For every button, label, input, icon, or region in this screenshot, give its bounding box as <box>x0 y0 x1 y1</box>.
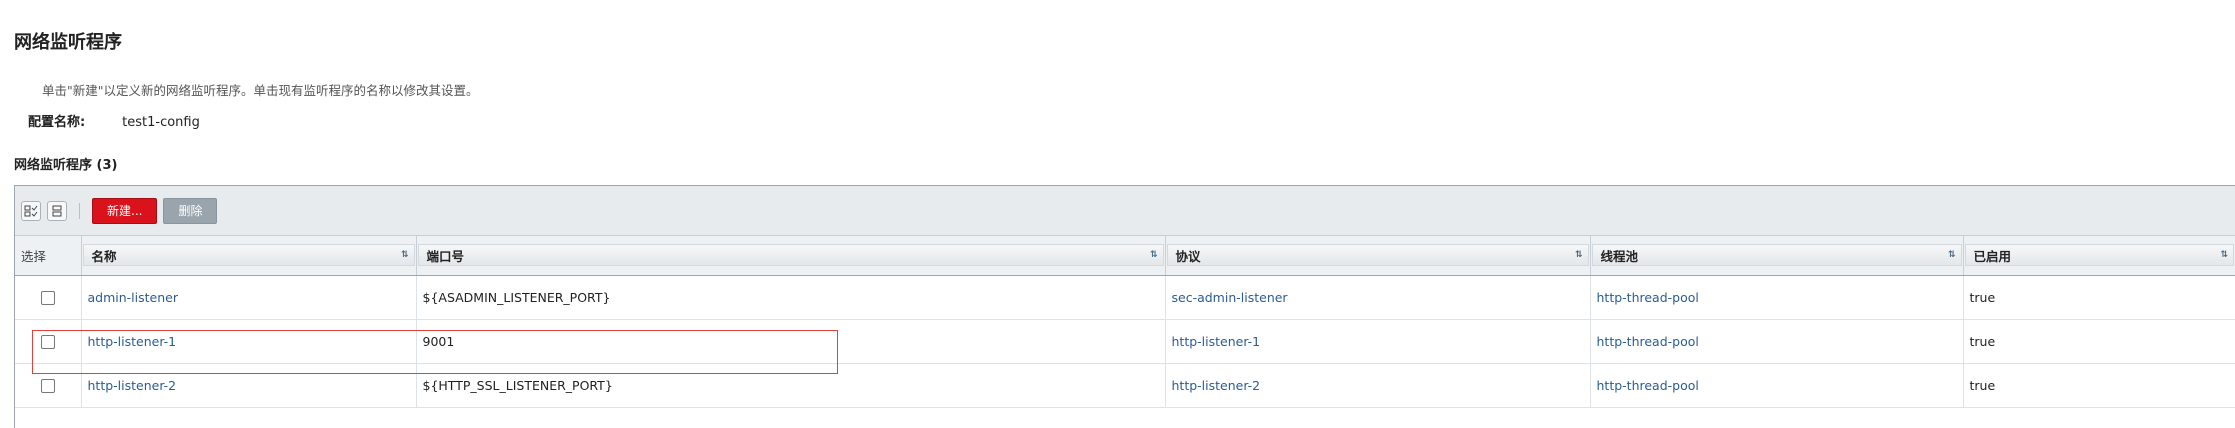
config-value: test1-config <box>122 115 200 130</box>
config-label: 配置名称: <box>28 115 86 130</box>
column-label: 名称 <box>91 248 117 264</box>
sort-icon[interactable]: ⇅ <box>1150 250 1157 260</box>
column-header-enabled[interactable]: 已启用 ⇅ <box>1963 236 2235 276</box>
header-row: 选择 名称 ⇅ 端口号 ⇅ 协议 ⇅ 线程池 ⇅ 已启用 ⇅ <box>15 236 2235 276</box>
row-checkbox[interactable] <box>40 334 55 349</box>
sort-icon[interactable]: ⇅ <box>1948 250 1955 260</box>
delete-button[interactable]: 删除 <box>163 197 218 224</box>
protocol-link[interactable]: sec-admin-listener <box>1172 290 1288 305</box>
port-cell: 9001 <box>416 319 1166 364</box>
enabled-cell: true <box>1963 363 2235 408</box>
config-row: 配置名称: test1-config <box>28 111 200 130</box>
column-header-thread-pool[interactable]: 线程池 ⇅ <box>1590 236 1964 276</box>
select-cell <box>15 275 82 320</box>
table-row: admin-listener ${ASADMIN_LISTENER_PORT} … <box>15 275 2235 320</box>
enabled-cell: true <box>1963 319 2235 364</box>
column-header-name[interactable]: 名称 ⇅ <box>81 236 417 276</box>
listener-name-link[interactable]: http-listener-1 <box>88 334 177 349</box>
column-header-select: 选择 <box>15 236 82 276</box>
column-label: 端口号 <box>426 248 465 264</box>
protocol-link[interactable]: http-listener-2 <box>1172 378 1261 393</box>
column-header-protocol[interactable]: 协议 ⇅ <box>1165 236 1591 276</box>
select-all-icon[interactable] <box>21 200 41 221</box>
protocol-cell: http-listener-1 <box>1165 319 1591 364</box>
table-row: http-listener-2 ${HTTP_SSL_LISTENER_PORT… <box>15 363 2235 408</box>
name-cell: http-listener-1 <box>81 319 417 364</box>
thread-pool-cell: http-thread-pool <box>1590 363 1964 408</box>
thread-pool-link[interactable]: http-thread-pool <box>1597 290 1699 305</box>
column-label: 线程池 <box>1600 248 1639 264</box>
listener-name-link[interactable]: http-listener-2 <box>88 378 177 393</box>
data-table: 选择 名称 ⇅ 端口号 ⇅ 协议 ⇅ 线程池 ⇅ 已启用 ⇅ admin-lis… <box>15 236 2235 408</box>
listeners-table: 新建... 删除 选择 名称 ⇅ 端口号 ⇅ 协议 ⇅ 线程池 ⇅ 已启用 ⇅ … <box>14 185 2235 428</box>
column-label: 协议 <box>1175 248 1201 264</box>
row-checkbox[interactable] <box>40 378 55 393</box>
column-header-port[interactable]: 端口号 ⇅ <box>416 236 1166 276</box>
row-checkbox[interactable] <box>40 290 55 305</box>
sort-icon[interactable]: ⇅ <box>1575 250 1582 260</box>
deselect-all-icon[interactable] <box>47 200 67 221</box>
listener-name-link[interactable]: admin-listener <box>88 290 178 305</box>
port-cell: ${HTTP_SSL_LISTENER_PORT} <box>416 363 1166 408</box>
table-row: http-listener-1 9001 http-listener-1 htt… <box>15 319 2235 364</box>
new-button[interactable]: 新建... <box>92 197 158 224</box>
thread-pool-link[interactable]: http-thread-pool <box>1597 378 1699 393</box>
table-title: 网络监听程序 (3) <box>14 158 118 173</box>
thread-pool-cell: http-thread-pool <box>1590 275 1964 320</box>
name-cell: http-listener-2 <box>81 363 417 408</box>
protocol-cell: http-listener-2 <box>1165 363 1591 408</box>
select-cell <box>15 319 82 364</box>
toolbar-divider <box>79 202 80 219</box>
select-cell <box>15 363 82 408</box>
table-toolbar: 新建... 删除 <box>15 186 2235 236</box>
thread-pool-cell: http-thread-pool <box>1590 319 1964 364</box>
column-label: 已启用 <box>1973 248 2012 264</box>
protocol-link[interactable]: http-listener-1 <box>1172 334 1261 349</box>
page-title: 网络监听程序 <box>14 32 122 53</box>
sort-icon[interactable]: ⇅ <box>401 250 408 260</box>
enabled-cell: true <box>1963 275 2235 320</box>
thread-pool-link[interactable]: http-thread-pool <box>1597 334 1699 349</box>
sort-icon[interactable]: ⇅ <box>2220 250 2227 260</box>
help-text: 单击"新建"以定义新的网络监听程序。单击现有监听程序的名称以修改其设置。 <box>42 83 479 98</box>
port-cell: ${ASADMIN_LISTENER_PORT} <box>416 275 1166 320</box>
protocol-cell: sec-admin-listener <box>1165 275 1591 320</box>
name-cell: admin-listener <box>81 275 417 320</box>
